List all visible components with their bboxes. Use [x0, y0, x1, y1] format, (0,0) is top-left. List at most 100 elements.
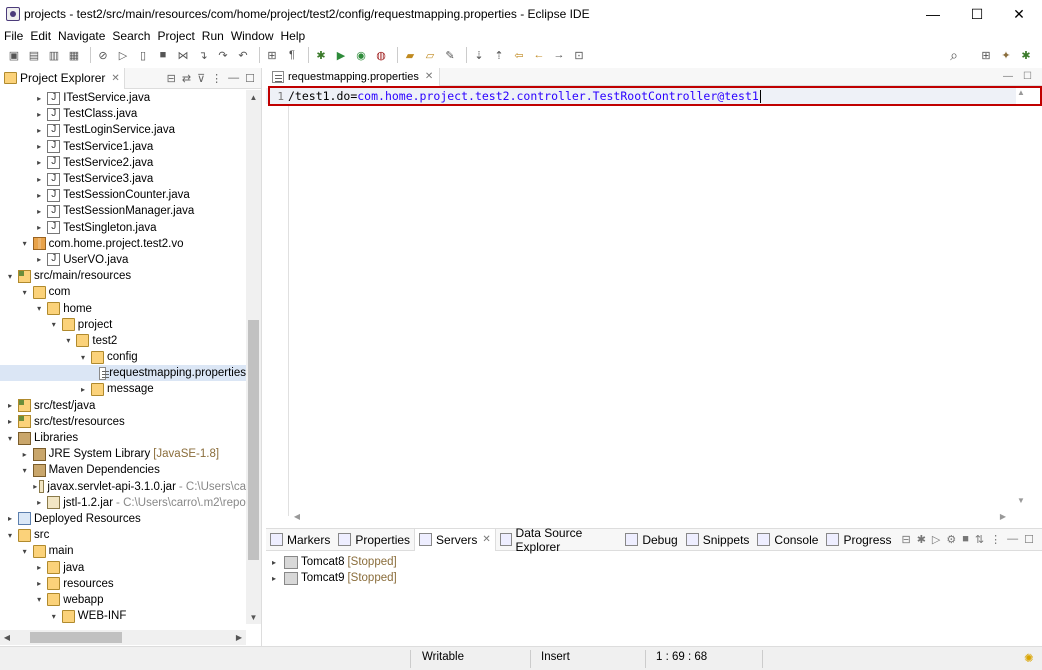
- tree-item[interactable]: requestmapping.properties: [0, 365, 246, 382]
- tree-item[interactable]: ▾ webapp: [0, 592, 246, 608]
- tree-item[interactable]: ▸ UserVO.java: [0, 252, 246, 268]
- chevron-right-icon[interactable]: ▸: [19, 448, 31, 460]
- tab-requestmapping-properties[interactable]: requestmapping.properties ✕: [266, 67, 441, 86]
- chevron-down-icon[interactable]: ▾: [4, 432, 16, 444]
- chevron-down-icon[interactable]: ▾: [77, 351, 89, 363]
- tree-item[interactable]: ▸ TestSessionManager.java: [0, 203, 246, 219]
- scroll-left-arrow-icon[interactable]: ◀: [0, 630, 14, 645]
- server-row[interactable]: ▸ Tomcat9 [Stopped]: [266, 570, 1042, 586]
- menu-edit[interactable]: Edit: [30, 29, 51, 43]
- search-toolbar-icon[interactable]: ✎: [442, 47, 458, 63]
- tab-markers[interactable]: Markers: [266, 529, 334, 551]
- forward-icon[interactable]: →: [551, 47, 567, 63]
- back-icon[interactable]: ←: [531, 47, 547, 63]
- chevron-right-icon[interactable]: ▸: [4, 513, 16, 525]
- new-icon[interactable]: ▣: [6, 47, 22, 63]
- open-perspective-icon[interactable]: ⊞: [978, 47, 994, 63]
- menu-help[interactable]: Help: [281, 29, 306, 43]
- tree-item[interactable]: ▾ src: [0, 527, 246, 543]
- chevron-down-icon[interactable]: ▾: [19, 545, 31, 557]
- chevron-down-icon[interactable]: ▾: [19, 464, 31, 476]
- step-into-icon[interactable]: ↴: [195, 47, 211, 63]
- tree-item[interactable]: ▾ config: [0, 349, 246, 365]
- suspend-icon[interactable]: ▯: [135, 47, 151, 63]
- chevron-down-icon[interactable]: ▾: [33, 594, 45, 606]
- jee-perspective-icon[interactable]: ✦: [998, 47, 1014, 63]
- menu-search[interactable]: Search: [112, 29, 150, 43]
- profile-icon[interactable]: ⚙: [946, 533, 956, 546]
- view-menu-icon[interactable]: ⋮: [211, 72, 222, 85]
- server-row[interactable]: ▸ Tomcat8 [Stopped]: [266, 554, 1042, 570]
- chevron-right-icon[interactable]: ▸: [4, 400, 16, 412]
- scroll-right-arrow-icon[interactable]: ▶: [232, 630, 246, 645]
- tree-item[interactable]: ▸ TestLoginService.java: [0, 122, 246, 138]
- tree-item[interactable]: ▸ src/test/resources: [0, 414, 246, 430]
- tree-item[interactable]: ▾ com: [0, 284, 246, 300]
- maximize-button[interactable]: ☐: [954, 0, 1000, 28]
- menu-navigate[interactable]: Navigate: [58, 29, 105, 43]
- collapse-all-icon[interactable]: ⊟: [167, 72, 176, 85]
- chevron-right-icon[interactable]: ▸: [33, 578, 45, 590]
- close-icon[interactable]: ✕: [482, 534, 490, 545]
- save-all-icon[interactable]: ▥: [46, 47, 62, 63]
- tree-item[interactable]: ▸ src/test/java: [0, 398, 246, 414]
- chevron-down-icon[interactable]: ▾: [4, 529, 16, 541]
- tree-item[interactable]: ▾ project: [0, 317, 246, 333]
- chevron-down-icon[interactable]: ▾: [48, 319, 60, 331]
- tree-item[interactable]: ▾ src/main/resources: [0, 268, 246, 284]
- search-icon[interactable]: ⌕: [946, 47, 962, 63]
- tree-item[interactable]: ▸ resources: [0, 576, 246, 592]
- collapse-all-icon[interactable]: ⊟: [901, 533, 910, 546]
- tab-snippets[interactable]: Snippets: [682, 529, 754, 551]
- tree-hscroll-thumb[interactable]: [30, 632, 122, 643]
- chevron-down-icon[interactable]: ▾: [33, 303, 45, 315]
- previous-annotation-icon[interactable]: ⇡: [491, 47, 507, 63]
- coverage-icon[interactable]: ◉: [353, 47, 369, 63]
- tab-properties[interactable]: Properties: [334, 529, 414, 551]
- chevron-down-icon[interactable]: ▾: [19, 286, 31, 298]
- chevron-right-icon[interactable]: ▸: [33, 205, 45, 217]
- view-menu-icon[interactable]: ⋮: [990, 533, 1001, 546]
- menu-file[interactable]: File: [4, 29, 23, 43]
- tab-debug[interactable]: Debug: [621, 529, 681, 551]
- tree-item[interactable]: ▸ TestClass.java: [0, 106, 246, 122]
- open-type-icon[interactable]: ⊞: [264, 47, 280, 63]
- tab-console[interactable]: Console: [753, 529, 822, 551]
- menu-window[interactable]: Window: [231, 29, 274, 43]
- chevron-right-icon[interactable]: ▸: [33, 189, 45, 201]
- editor-vertical-scrollbar[interactable]: ▲ ▼: [1014, 86, 1028, 506]
- maximize-view-icon[interactable]: ☐: [245, 72, 255, 85]
- tree-item[interactable]: ▾ test2: [0, 333, 246, 349]
- chevron-right-icon[interactable]: ▸: [33, 124, 45, 136]
- minimize-view-icon[interactable]: —: [1003, 71, 1013, 82]
- tree-item[interactable]: ▸ TestService1.java: [0, 139, 246, 155]
- tree-vertical-scrollbar[interactable]: ▲ ▼: [246, 90, 261, 624]
- open-folder-icon[interactable]: ▰: [402, 47, 418, 63]
- chevron-right-icon[interactable]: ▸: [33, 173, 45, 185]
- open-task-icon[interactable]: ▱: [422, 47, 438, 63]
- tree-item[interactable]: ▾ com.home.project.test2.vo: [0, 236, 246, 252]
- chevron-down-icon[interactable]: ▾: [62, 335, 74, 347]
- scroll-up-arrow-icon[interactable]: ▲: [246, 90, 261, 104]
- maximize-view-icon[interactable]: ☐: [1024, 533, 1034, 546]
- chevron-right-icon[interactable]: ▸: [272, 574, 284, 583]
- toggle-mark-occurrences-icon[interactable]: ¶: [284, 47, 300, 63]
- print-icon[interactable]: ▦: [66, 47, 82, 63]
- scroll-down-arrow-icon[interactable]: ▼: [1014, 494, 1028, 506]
- run-icon[interactable]: ▶: [333, 47, 349, 63]
- maximize-view-icon[interactable]: ☐: [1023, 71, 1032, 82]
- close-icon[interactable]: ✕: [425, 71, 433, 82]
- chevron-right-icon[interactable]: ▸: [33, 108, 45, 120]
- chevron-right-icon[interactable]: ▸: [33, 222, 45, 234]
- stop-server-icon[interactable]: ■: [962, 533, 969, 546]
- tree-item[interactable]: ▸ java: [0, 559, 246, 575]
- tree-item[interactable]: ▸ jstl-1.2.jar - C:\Users\carro\.m2\repo: [0, 495, 246, 511]
- tree-item[interactable]: ▸ javax.servlet-api-3.1.0.jar - C:\Users\c…: [0, 479, 246, 495]
- step-return-icon[interactable]: ↶: [235, 47, 251, 63]
- close-icon[interactable]: ✕: [111, 73, 119, 84]
- chevron-right-icon[interactable]: ▸: [33, 497, 45, 509]
- editor-horizontal-scrollbar[interactable]: ◀ ▶: [290, 510, 1014, 522]
- chevron-down-icon[interactable]: ▾: [48, 610, 60, 622]
- scroll-right-arrow-icon[interactable]: ▶: [996, 510, 1010, 522]
- tree-item[interactable]: ▾ Maven Dependencies: [0, 462, 246, 478]
